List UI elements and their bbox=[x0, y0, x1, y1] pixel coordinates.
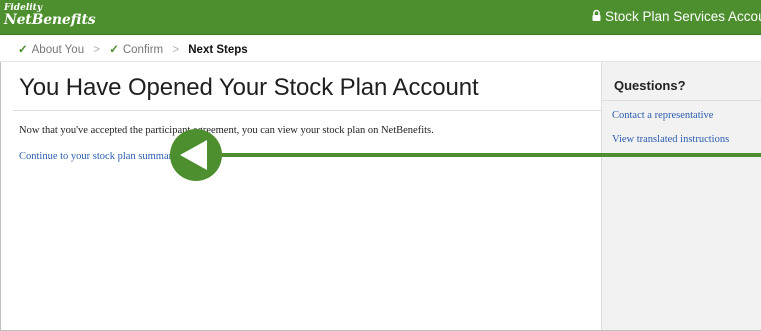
chevron-right-icon: > bbox=[172, 44, 180, 56]
content-frame: You Have Opened Your Stock Plan Account … bbox=[0, 62, 761, 331]
contact-representative-link[interactable]: Contact a representative bbox=[612, 110, 713, 121]
confirmation-message: Now that you've accepted the participant… bbox=[19, 125, 434, 136]
fidelity-netbenefits-logo[interactable]: Fidelity NetBenefits bbox=[4, 4, 96, 28]
header-bar: Fidelity NetBenefits Stock Plan Services… bbox=[0, 0, 761, 35]
title-divider bbox=[13, 110, 601, 111]
main-content: You Have Opened Your Stock Plan Account … bbox=[1, 62, 601, 330]
step-label: About You bbox=[31, 44, 85, 56]
sidebar-title: Questions? bbox=[614, 78, 686, 93]
progress-steps-bar: ✓ About You > ✓ Confirm > Next Steps bbox=[0, 36, 761, 62]
step-next-steps: Next Steps bbox=[188, 44, 248, 56]
lock-icon bbox=[592, 9, 601, 21]
chevron-right-icon: > bbox=[93, 44, 101, 56]
continue-to-summary-link[interactable]: Continue to your stock plan summary. bbox=[19, 151, 179, 162]
sidebar-divider bbox=[602, 100, 761, 101]
page-title: You Have Opened Your Stock Plan Account bbox=[19, 74, 479, 101]
checkmark-icon: ✓ bbox=[109, 44, 119, 56]
progress-steps: ✓ About You > ✓ Confirm > Next Steps bbox=[18, 42, 248, 56]
logo-line-2: NetBenefits bbox=[4, 12, 96, 28]
checkmark-icon: ✓ bbox=[18, 44, 28, 56]
step-about-you: ✓ About You bbox=[18, 44, 84, 56]
questions-sidebar: Questions? Contact a representative View… bbox=[601, 62, 761, 330]
step-label: Confirm bbox=[122, 44, 164, 56]
account-label: Stock Plan Services Account bbox=[591, 9, 761, 24]
step-confirm: ✓ Confirm bbox=[109, 44, 163, 56]
view-translated-instructions-link[interactable]: View translated instructions bbox=[612, 134, 729, 145]
account-label-text: Stock Plan Services Account bbox=[605, 9, 761, 24]
